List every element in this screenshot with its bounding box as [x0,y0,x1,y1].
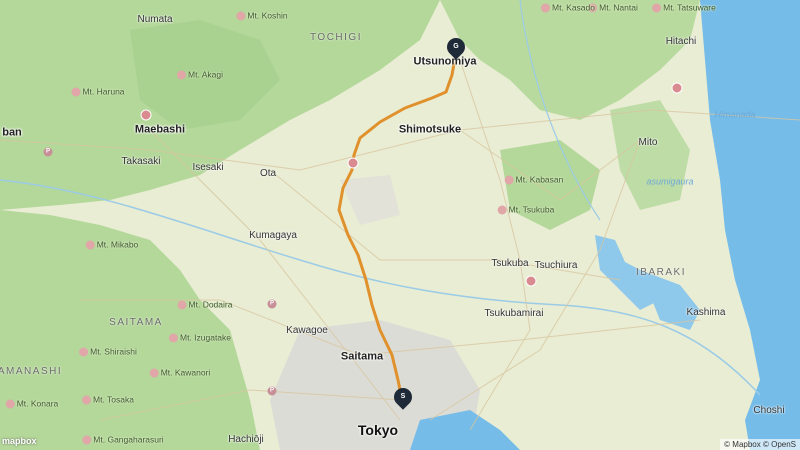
start-pin-label: S [400,393,406,400]
town-label-ota: Ota [259,168,277,179]
poi-icon [140,109,152,121]
mountain-icon [541,3,550,13]
mountain-icon [504,175,514,185]
prefecture-label-saitama: SAITAMA [109,317,163,328]
town-label-tsukubamirai: Tsukubamirai [484,308,544,319]
city-label-shimotsuke: Shimotsuke [398,123,462,136]
town-label-kumagaya: Kumagaya [249,230,297,241]
mountain-label-tosaka: Mt. Tosaka [82,395,134,405]
mapbox-logo: mapbox [2,436,37,446]
mountain-icon [177,300,187,310]
mountain-icon [82,395,92,405]
town-label-numata: Numata [137,14,173,25]
poi-icon [525,275,537,287]
town-label-mito: Mito [638,137,658,148]
parking-icon: P [267,299,277,309]
town-label-hitachi: Hitachi [665,36,697,47]
mountain-label-gangaharasuri: Mt. Gangaharasuri [82,435,164,445]
mountain-icon [85,240,95,250]
mountain-label-kabasan: Mt. Kabasan [504,175,563,185]
prefecture-label-yamanashi: AMANASHI [0,366,63,377]
goal-pin-label: G [453,43,459,50]
town-label-takasaki: Takasaki [121,156,161,167]
mountain-icon [71,87,81,97]
map-base-layer [0,0,800,450]
mountain-label-akagi: Mt. Akagi [177,70,223,80]
mountain-icon [497,205,507,215]
city-label-utsunomiya: Utsunomiya [413,55,477,68]
mountain-label-konara: Mt. Konara [5,399,58,409]
town-label-hachioji: Hachiōji [228,434,264,445]
water-label-kasumigaura: asumigaura [646,176,694,187]
mountain-label-tsukuba: Mt. Tsukuba [497,205,554,215]
town-label-tsukuba: Tsukuba [491,258,529,269]
mountain-icon [652,3,662,13]
town-label-kashima: Kashima [686,307,726,318]
map-attribution[interactable]: © Mapbox © OpenS [720,439,800,450]
town-label-kawagoe: Kawagoe [286,325,328,336]
mountain-label-kawanori: Mt. Kawanori [149,368,210,378]
poi-icon [671,82,683,94]
water-label-himanada: Himanada [714,109,756,120]
mountain-icon [5,399,15,409]
mountain-icon [79,347,89,357]
town-label-tsuchiura: Tsuchiura [534,260,578,271]
parking-icon: P [267,386,277,396]
mountain-icon [149,368,159,378]
mountain-label-top: Mt. Kasado [541,3,595,13]
poi-icon [347,157,359,169]
mountain-label-haruna: Mt. Haruna [71,87,125,97]
town-label-isesaki: Isesaki [192,162,224,173]
city-label-tokyo: Tokyo [357,422,399,438]
map-canvas[interactable]: Utsunomiya Shimotsuke Maebashi Saitama T… [0,0,800,450]
mountain-label-shiraishi: Mt. Shiraishi [79,347,137,357]
city-label-edge-left: ban [2,126,22,139]
mountain-label-izugatake: Mt. Izugatake [168,333,231,343]
city-label-saitama: Saitama [340,350,384,363]
parking-icon: P [43,147,53,157]
prefecture-label-tochigi: TOCHIGI [310,32,362,43]
mountain-label-dodaira: Mt. Dodaira [177,300,232,310]
prefecture-label-ibaraki: IBARAKI [636,267,686,278]
mountain-label-mikabo: Mt. Mikabo [85,240,138,250]
mountain-icon [82,435,92,445]
mountain-icon [177,70,187,80]
mountain-label-koshin: Mt. Koshin [236,11,288,21]
town-label-choshi: Choshi [753,405,785,416]
start-pin-icon[interactable]: S [390,384,416,410]
mountain-label-nantai: Mt. Nantai [588,3,638,13]
mountain-icon [168,333,178,343]
city-label-maebashi: Maebashi [134,123,186,136]
mountain-icon [236,11,246,21]
mountain-label-tatsuware: Mt. Tatsuware [652,3,716,13]
goal-pin-icon[interactable]: G [443,34,469,60]
